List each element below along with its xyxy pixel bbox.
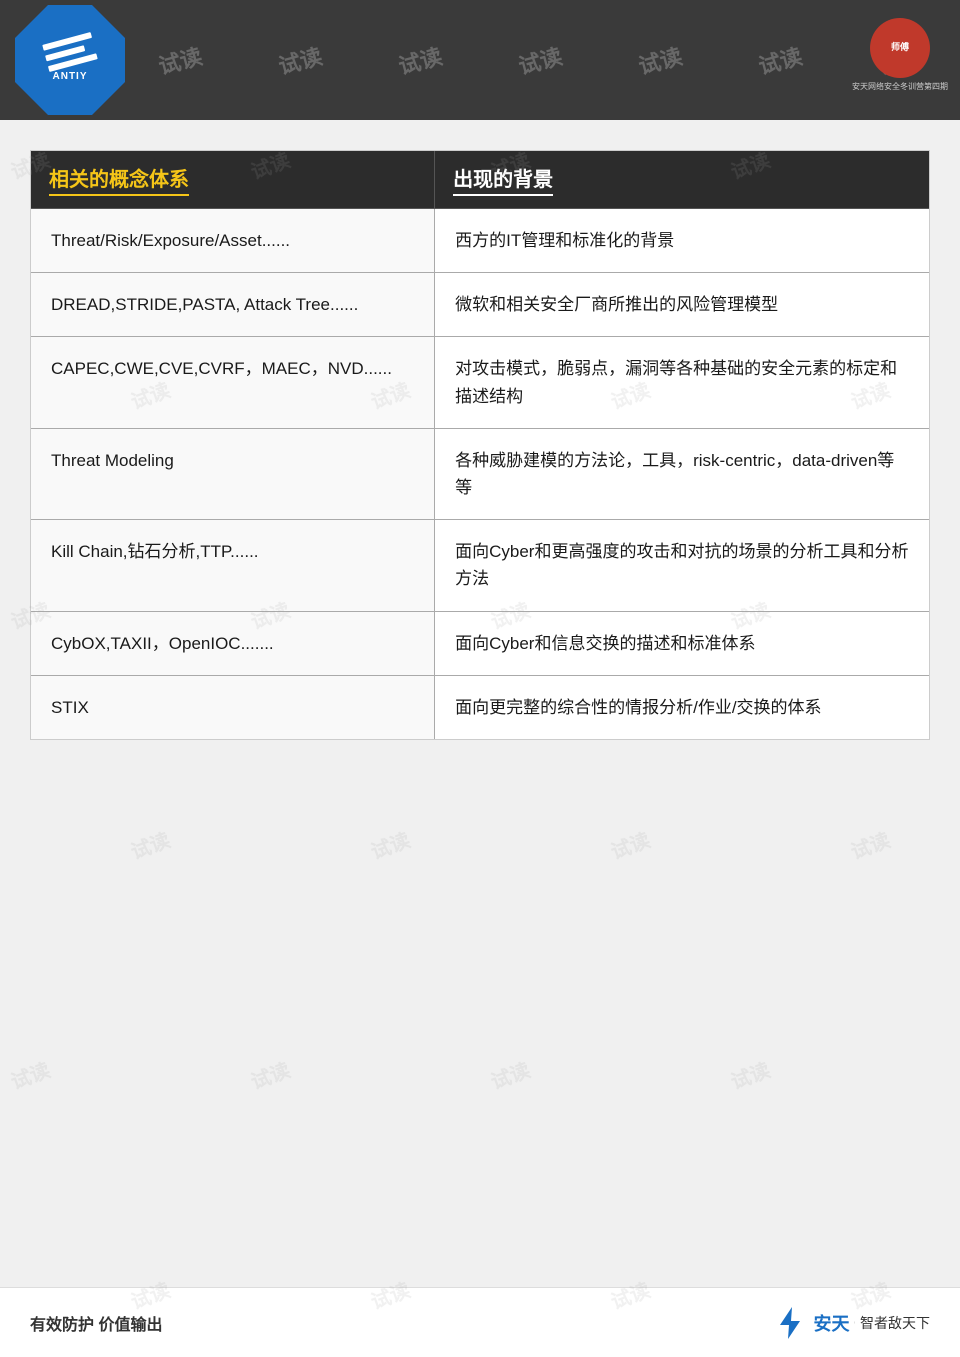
wm-body-15: 试读 <box>606 824 654 865</box>
right-logo-subtitle: 安天网络安全冬训营第四期 <box>852 81 948 92</box>
row3-right: 对攻击模式，脆弱点，漏洞等各种基础的安全元素的标定和描述结构 <box>435 337 929 427</box>
wm-body-13: 试读 <box>126 824 174 865</box>
right-logo-text: 师傅 <box>891 42 909 54</box>
wm-body-19: 试读 <box>486 1054 534 1095</box>
watermark-3: 试读 <box>275 39 326 81</box>
antiy-logo: ANTIY <box>15 5 125 115</box>
col-right-header: 出现的背景 <box>435 151 929 209</box>
watermark-2: 试读 <box>155 39 206 81</box>
wm-body-14: 试读 <box>366 824 414 865</box>
row7-right: 面向更完整的综合性的情报分析/作业/交换的体系 <box>435 676 929 739</box>
footer-logo: 安天 | 智者敌天下 <box>772 1305 930 1341</box>
footer-logo-text: 安天 <box>813 1310 849 1336</box>
row6-right: 面向Cyber和信息交换的描述和标准体系 <box>435 612 929 675</box>
row2-left: DREAD,STRIDE,PASTA, Attack Tree...... <box>31 273 435 336</box>
watermark-5: 试读 <box>515 39 566 81</box>
row5-right: 面向Cyber和更高强度的攻击和对抗的场景的分析工具和分析方法 <box>435 520 929 610</box>
table-row: STIX 面向更完整的综合性的情报分析/作业/交换的体系 <box>31 676 929 739</box>
footer-slogan: 有效防护 价值输出 <box>30 1311 162 1335</box>
row1-right: 西方的IT管理和标准化的背景 <box>435 209 929 272</box>
table-row: CybOX,TAXII，OpenIOC....... 面向Cyber和信息交换的… <box>31 612 929 676</box>
row6-left: CybOX,TAXII，OpenIOC....... <box>31 612 435 675</box>
footer-brand: 安天 <box>813 1314 849 1334</box>
main-content: 相关的概念体系 出现的背景 Threat/Risk/Exposure/Asset… <box>30 150 930 740</box>
row1-left: Threat/Risk/Exposure/Asset...... <box>31 209 435 272</box>
table-row: DREAD,STRIDE,PASTA, Attack Tree...... 微软… <box>31 273 929 337</box>
table-row: Threat/Risk/Exposure/Asset...... 西方的IT管理… <box>31 209 929 273</box>
row3-left: CAPEC,CWE,CVE,CVRF，MAEC，NVD...... <box>31 337 435 427</box>
table-row: Kill Chain,钻石分析,TTP...... 面向Cyber和更高强度的攻… <box>31 520 929 611</box>
page-footer: 有效防护 价值输出 安天 | 智者敌天下 <box>0 1287 960 1357</box>
logo-lines <box>42 32 98 72</box>
wm-body-20: 试读 <box>726 1054 774 1095</box>
table-row: Threat Modeling 各种威胁建模的方法论，工具，risk-centr… <box>31 429 929 520</box>
wm-body-16: 试读 <box>846 824 894 865</box>
page-header: ANTIY 试读 试读 试读 试读 试读 试读 试读 试读 师傅 安天网络安全冬… <box>0 0 960 120</box>
row5-left: Kill Chain,钻石分析,TTP...... <box>31 520 435 610</box>
wm-body-18: 试读 <box>246 1054 294 1095</box>
wm-body-17: 试读 <box>6 1054 54 1095</box>
footer-logo-sub: 智者敌天下 <box>860 1313 930 1333</box>
row4-left: Threat Modeling <box>31 429 435 519</box>
logo-text: ANTIY <box>53 71 88 82</box>
header-watermarks: 试读 试读 试读 试读 试读 试读 试读 试读 <box>0 0 960 120</box>
right-logo-circle: 师傅 <box>870 18 930 78</box>
watermark-7: 试读 <box>755 39 806 81</box>
header-right-logo: 师傅 安天网络安全冬训营第四期 <box>855 10 945 100</box>
row4-right: 各种威胁建模的方法论，工具，risk-centric，data-driven等等 <box>435 429 929 519</box>
col-left-header-text: 相关的概念体系 <box>49 163 189 196</box>
watermark-4: 试读 <box>395 39 446 81</box>
row2-right: 微软和相关安全厂商所推出的风险管理模型 <box>435 273 929 336</box>
row7-left: STIX <box>31 676 435 739</box>
watermark-6: 试读 <box>635 39 686 81</box>
col-right-header-text: 出现的背景 <box>453 163 553 196</box>
footer-logo-icon <box>772 1305 808 1341</box>
col-left-header: 相关的概念体系 <box>31 151 435 209</box>
table-row: CAPEC,CWE,CVE,CVRF，MAEC，NVD...... 对攻击模式，… <box>31 337 929 428</box>
table-header-row: 相关的概念体系 出现的背景 <box>31 151 929 209</box>
